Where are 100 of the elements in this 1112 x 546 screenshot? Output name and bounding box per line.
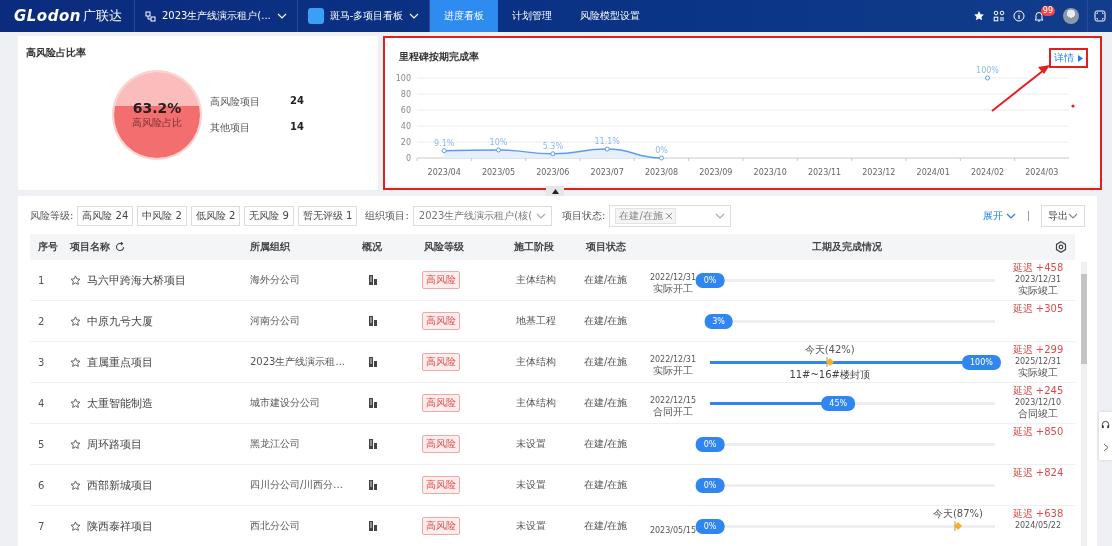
star-icon[interactable]	[972, 10, 985, 22]
construction-stage: 未设置	[516, 519, 546, 533]
bell-icon[interactable]	[1032, 10, 1045, 22]
axis-label: 2023/12	[862, 168, 896, 177]
star-outline-icon[interactable]	[70, 438, 81, 450]
construction-stage: 主体结构	[516, 273, 556, 287]
star-outline-icon[interactable]	[70, 520, 81, 532]
project-name[interactable]: 中原九号大厦	[87, 313, 153, 329]
building-icon[interactable]	[368, 480, 378, 490]
axis-label: 20	[400, 138, 411, 147]
detail-link[interactable]: 详情	[1049, 48, 1088, 68]
close-icon[interactable]	[665, 213, 672, 219]
star-outline-icon[interactable]	[70, 315, 81, 327]
legend-label: 其他项目	[210, 121, 251, 135]
risk-tag: 高风险	[422, 353, 460, 371]
filter-label: 项目状态:	[562, 209, 606, 223]
column-header: 风险等级	[416, 234, 506, 260]
project-name[interactable]: 西部新城项目	[87, 477, 153, 493]
project-name[interactable]: 马六甲跨海大桥项目	[87, 272, 186, 288]
avatar[interactable]	[1063, 8, 1079, 24]
info-icon[interactable]	[1012, 10, 1025, 22]
construction-stage: 未设置	[516, 437, 546, 451]
org-name: 海外分公司	[250, 273, 300, 287]
risk-filter-button[interactable]: 高风险 24	[77, 206, 134, 226]
axis-label: 2024/03	[1025, 168, 1059, 177]
row-number: 1	[30, 260, 70, 301]
project-name[interactable]: 周环路项目	[87, 436, 142, 452]
status-select[interactable]: 在建/在施	[609, 205, 732, 227]
app-selector[interactable]: 斑马-多项目看板	[297, 0, 431, 32]
axis-label: 2023/07	[590, 168, 624, 177]
start-label: 实际开工	[653, 363, 693, 378]
collapse-toggle[interactable]	[546, 186, 564, 196]
row-number: 5	[30, 424, 70, 465]
panel-title: 高风险占比率	[26, 46, 87, 60]
org-name: 西北分公司	[250, 519, 300, 533]
start-label: 实际开工	[653, 281, 693, 296]
building-icon[interactable]	[368, 439, 378, 449]
axis-label: 40	[400, 122, 411, 131]
star-outline-icon[interactable]	[70, 274, 81, 286]
ratio-value: 63.2%	[132, 100, 182, 116]
data-label: 9.1%	[434, 138, 455, 148]
row-number: 6	[30, 465, 70, 506]
progress-badge: 0%	[695, 436, 725, 452]
building-icon[interactable]	[368, 398, 378, 408]
column-header: 序号	[30, 234, 70, 260]
today-label: 今天(42%)	[804, 342, 855, 357]
chevron-down-icon	[409, 13, 420, 19]
refresh-icon[interactable]	[115, 242, 125, 252]
data-label: 0%	[655, 146, 668, 155]
logo: GLodon	[14, 7, 81, 25]
grid-icon[interactable]	[992, 10, 1005, 22]
org-icon	[144, 10, 156, 22]
delay-days: 延迟 +638	[1012, 507, 1064, 521]
data-label: 11.1%	[594, 137, 620, 147]
chevron-right-icon[interactable]	[1102, 443, 1109, 452]
project-name[interactable]: 直属重点项目	[87, 354, 153, 370]
risk-filter-button[interactable]: 无风险 9	[244, 206, 294, 226]
row-number: 3	[30, 342, 70, 383]
building-icon[interactable]	[368, 521, 378, 531]
axis-label: 60	[400, 106, 411, 115]
axis-label: 80	[400, 90, 411, 99]
star-outline-icon[interactable]	[70, 479, 81, 491]
project-name[interactable]: 太重智能制造	[87, 395, 153, 411]
org-select[interactable]: 2023生产线演示租户(核(	[412, 206, 553, 226]
building-icon[interactable]	[368, 275, 378, 285]
nav-tab[interactable]: 计划管理	[498, 0, 567, 32]
building-icon[interactable]	[368, 316, 378, 326]
star-outline-icon[interactable]	[70, 356, 81, 368]
headset-icon[interactable]	[1101, 420, 1110, 429]
tenant-selector[interactable]: 2023生产线演示租户(...	[134, 0, 298, 32]
logo-text: 广联达	[82, 7, 122, 25]
risk-tag: 高风险	[422, 476, 460, 494]
progress-badge: 0%	[695, 518, 725, 534]
column-header: 工期及完成情况	[812, 240, 882, 254]
chevron-down-icon	[1068, 213, 1078, 219]
axis-label: 100	[395, 74, 411, 83]
fullscreen-icon[interactable]	[1094, 10, 1106, 22]
end-label: 合同竣工	[1018, 407, 1058, 421]
risk-tag: 高风险	[422, 517, 460, 535]
expand-link[interactable]: 展开	[983, 209, 1016, 223]
data-point	[659, 155, 664, 161]
star-outline-icon[interactable]	[70, 397, 81, 409]
settings-icon[interactable]	[1055, 241, 1067, 253]
delay-days: 延迟 +458	[1012, 261, 1064, 275]
export-button[interactable]: 导出	[1041, 205, 1085, 227]
risk-tag: 高风险	[422, 312, 460, 330]
project-name[interactable]: 陕西泰祥项目	[87, 518, 153, 534]
project-status: 在建/在施	[584, 273, 628, 287]
end-label: 实际竣工	[1018, 366, 1058, 380]
project-status: 在建/在施	[584, 314, 628, 328]
building-icon[interactable]	[368, 357, 378, 367]
nav-tab[interactable]: 风险模型设置	[566, 0, 655, 32]
risk-filter-button[interactable]: 暂无评级 1	[297, 206, 358, 226]
project-status: 在建/在施	[584, 355, 628, 369]
risk-filter-button[interactable]: 低风险 2	[190, 206, 241, 226]
start-date: 2022/12/31	[649, 272, 697, 282]
axis-label: 2023/05	[481, 168, 516, 177]
risk-filter-button[interactable]: 中风险 2	[137, 206, 187, 226]
legend-count: 24	[290, 95, 305, 108]
scrollbar[interactable]	[1081, 262, 1087, 546]
